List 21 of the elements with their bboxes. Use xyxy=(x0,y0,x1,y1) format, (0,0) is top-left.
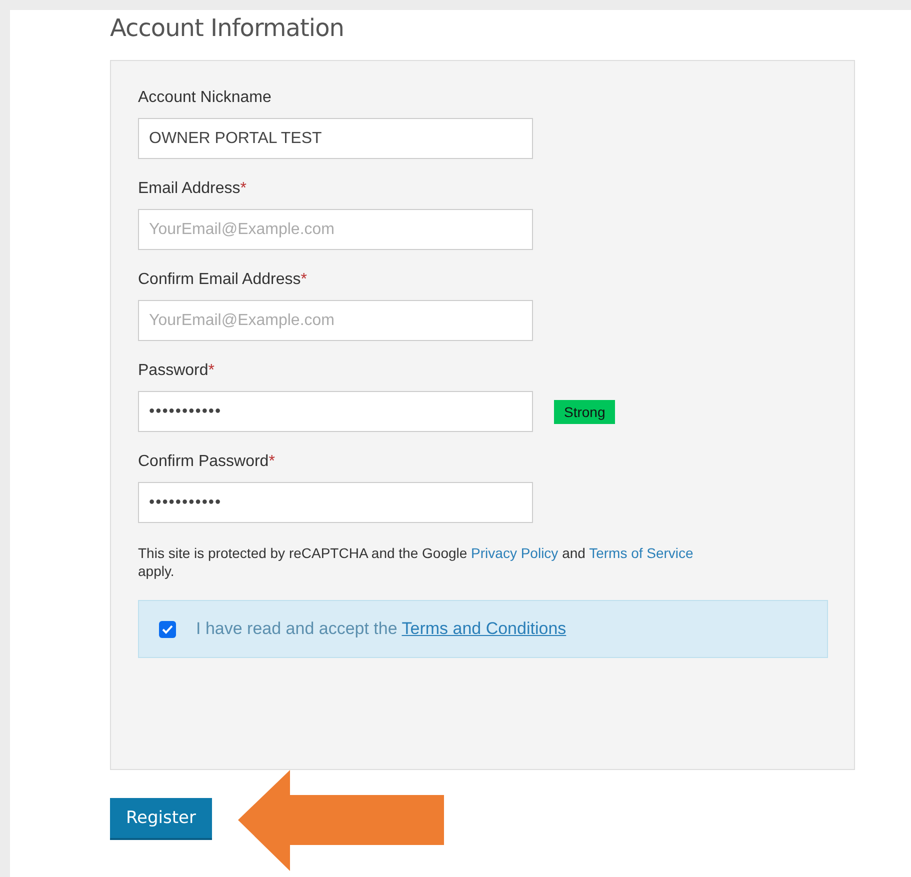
field-label: Password* xyxy=(138,362,216,380)
arrow-icon xyxy=(238,770,444,871)
section-heading: Account Information xyxy=(110,14,345,42)
checkbox[interactable] xyxy=(159,620,176,638)
field-label: Confirm Email Address* xyxy=(138,271,308,289)
input-field[interactable]: ••••••••••• xyxy=(138,391,533,432)
input-field[interactable]: OWNER PORTAL TEST xyxy=(138,118,533,159)
field-label: Confirm Password* xyxy=(138,453,276,471)
terms-link[interactable]: Terms and Conditions xyxy=(402,619,566,638)
input-field[interactable]: ••••••••••• xyxy=(138,482,533,523)
checkmark-icon xyxy=(162,624,173,634)
input-field[interactable]: YourEmail@Example.com xyxy=(138,209,533,250)
field-label: Email Address* xyxy=(138,180,248,198)
field-label: Account Nickname xyxy=(138,89,272,107)
recaptcha-notice: This site is protected by reCAPTCHA and the Google Privacy Policy and Terms of Service apply. xyxy=(138,544,694,580)
register-button[interactable]: Register xyxy=(110,798,212,840)
strength-badge: Strong xyxy=(554,400,616,424)
input-field[interactable]: YourEmail@Example.com xyxy=(138,300,533,341)
privacy-link[interactable]: Privacy Policy xyxy=(471,545,558,561)
terms-of-service-link[interactable]: Terms of Service xyxy=(589,545,694,561)
terms-label: I have read and accept the Terms and Conditions xyxy=(196,619,566,639)
